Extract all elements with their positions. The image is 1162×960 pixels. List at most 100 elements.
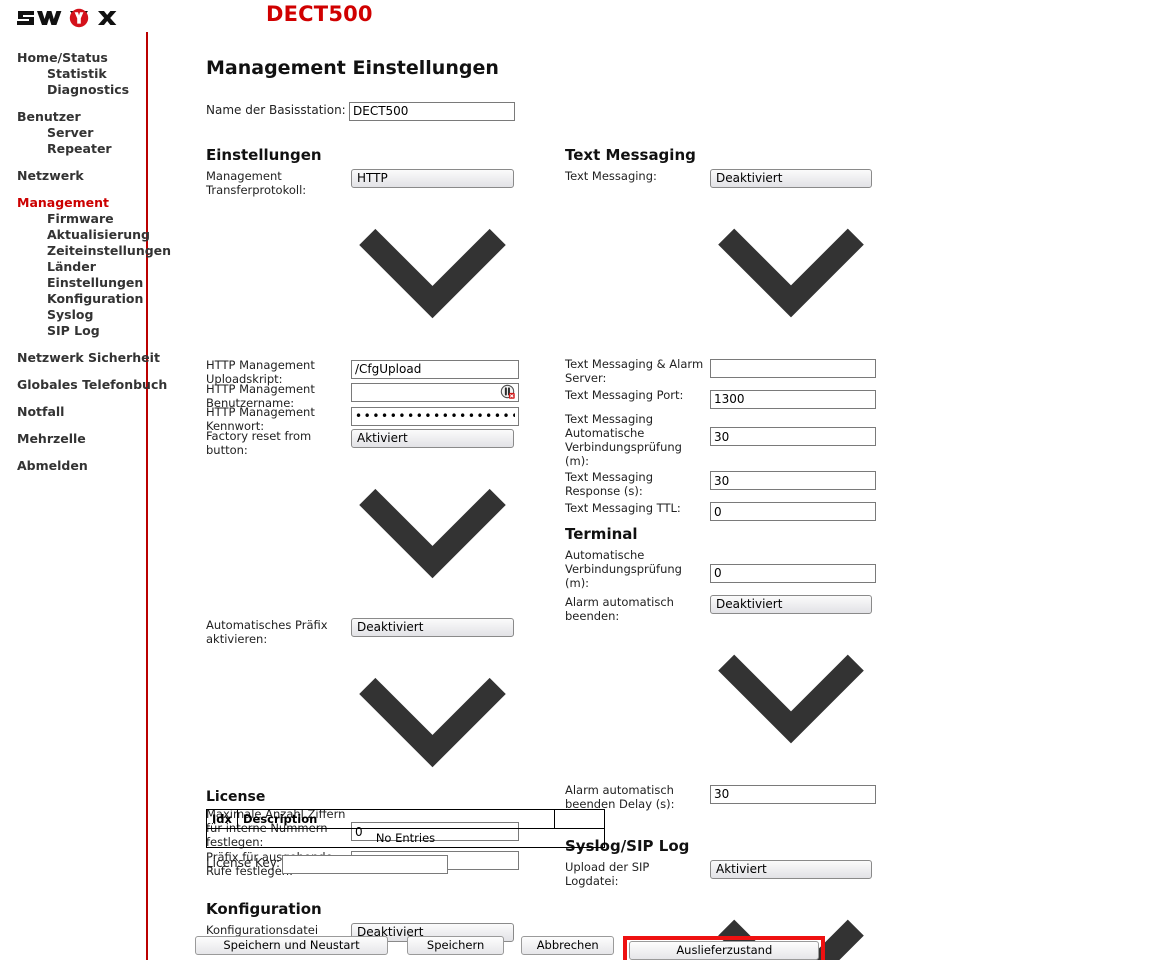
device-model-title: DECT500 — [266, 2, 373, 26]
label-auto-prefix: Automatisches Präfix aktivieren: — [206, 618, 346, 646]
sidebar-item-notfall[interactable]: Notfall — [0, 404, 146, 420]
select-auto-prefix-value[interactable]: Deaktiviert — [351, 618, 514, 637]
sidebar-item-server[interactable]: Server — [0, 125, 146, 141]
input-text-messaging-response[interactable] — [710, 471, 876, 490]
field-text-messaging-port: Text Messaging Port: — [565, 388, 885, 409]
field-text-messaging-alarm-server: Text Messaging & Alarm Server: — [565, 357, 885, 385]
field-text-messaging-keepalive: Text Messaging Automatische Verbindungsp… — [565, 412, 885, 467]
label-factory-reset-button: Factory reset from button: — [206, 429, 346, 457]
basestation-name-label: Name der Basisstation: — [206, 103, 346, 117]
sidebar-item-mehrzelle[interactable]: Mehrzelle — [0, 431, 146, 447]
select-auto-prefix[interactable]: Deaktiviert — [351, 618, 514, 637]
input-http-password[interactable] — [351, 407, 519, 426]
select-management-transfer-protocol[interactable]: HTTP — [351, 169, 514, 188]
select-alarm-auto-end[interactable]: Deaktiviert — [710, 595, 872, 614]
license-table-empty-row: No Entries — [207, 829, 605, 848]
license-col-idx: Idx — [207, 810, 238, 829]
chevron-down-icon — [710, 614, 872, 776]
chevron-down-icon — [351, 188, 514, 351]
license-section: License Idx Description No Entries Licen… — [206, 789, 626, 875]
sidebar-item-repeater[interactable]: Repeater — [0, 141, 146, 157]
license-col-actions — [555, 810, 605, 829]
sidebar-item-firmware[interactable]: Firmware — [0, 211, 146, 227]
field-text-messaging-response: Text Messaging Response (s): — [565, 470, 885, 498]
license-key-field[interactable] — [282, 853, 448, 874]
factory-default-highlight-box: Auslieferzustand — [623, 936, 825, 960]
select-management-transfer-protocol-value[interactable]: HTTP — [351, 169, 514, 188]
chevron-down-icon — [351, 448, 514, 611]
sidebar-item-zeiteinstellungen[interactable]: Zeiteinstellungen — [0, 243, 146, 259]
select-factory-reset-button[interactable]: Aktiviert — [351, 429, 514, 448]
section-heading-text-messaging: Text Messaging — [565, 146, 885, 164]
license-key-row: License Key: — [206, 853, 626, 875]
sidebar-divider — [146, 32, 148, 960]
input-alarm-auto-end-delay[interactable] — [710, 785, 876, 804]
select-text-messaging-enabled-value[interactable]: Deaktiviert — [710, 169, 872, 188]
license-key-label: License Key: — [206, 856, 280, 870]
input-http-upload-script[interactable] — [351, 360, 519, 379]
chevron-down-icon — [351, 637, 514, 800]
page-title: Management Einstellungen — [206, 57, 499, 79]
autofill-icon[interactable] — [500, 384, 515, 399]
license-table: Idx Description No Entries — [206, 809, 605, 848]
section-heading-license: License — [206, 789, 626, 805]
sidebar-item-globales-telefonbuch[interactable]: Globales Telefonbuch — [0, 377, 146, 393]
input-terminal-keepalive[interactable] — [710, 564, 876, 583]
license-empty-text: No Entries — [207, 829, 605, 848]
label-text-messaging-ttl: Text Messaging TTL: — [565, 501, 705, 515]
select-factory-reset-button-value[interactable]: Aktiviert — [351, 429, 514, 448]
select-upload-sip-log[interactable]: Aktiviert — [710, 860, 872, 879]
input-license-key[interactable] — [282, 855, 448, 874]
sidebar-item-diagnostics[interactable]: Diagnostics — [0, 82, 146, 98]
basestation-name-input[interactable] — [349, 102, 515, 121]
label-alarm-auto-end: Alarm automatisch beenden: — [565, 595, 705, 623]
sidebar-item-netzwerk[interactable]: Netzwerk — [0, 168, 146, 184]
sidebar-item-sip-log[interactable]: SIP Log — [0, 323, 146, 339]
field-text-messaging-ttl: Text Messaging TTL: — [565, 501, 885, 522]
label-text-messaging-keepalive: Text Messaging Automatische Verbindungsp… — [565, 412, 705, 468]
sidebar-item-konfiguration[interactable]: Konfiguration — [0, 291, 146, 307]
select-alarm-auto-end-value[interactable]: Deaktiviert — [710, 595, 872, 614]
cancel-button[interactable]: Abbrechen — [521, 936, 614, 955]
input-text-messaging-alarm-server[interactable] — [710, 359, 876, 378]
section-heading-einstellungen: Einstellungen — [206, 146, 526, 164]
select-upload-sip-log-value[interactable]: Aktiviert — [710, 860, 872, 879]
field-terminal-keepalive: Automatische Verbindungsprüfung (m): — [565, 548, 885, 592]
sidebar-item-management[interactable]: Management — [0, 195, 146, 211]
save-and-restart-button[interactable]: Speichern und Neustart — [195, 936, 388, 955]
license-table-header-row: Idx Description — [207, 810, 605, 829]
label-text-messaging-enabled: Text Messaging: — [565, 169, 705, 183]
sidebar-item-syslog[interactable]: Syslog — [0, 307, 146, 323]
field-auto-prefix: Automatisches Präfix aktivieren: Deaktiv… — [206, 618, 526, 804]
sidebar-item-einstellungen[interactable]: Einstellungen — [0, 275, 146, 291]
section-heading-konfiguration: Konfiguration — [206, 900, 526, 918]
sidebar-item-statistik[interactable]: Statistik — [0, 66, 146, 82]
input-text-messaging-port[interactable] — [710, 390, 876, 409]
input-text-messaging-keepalive[interactable] — [710, 427, 876, 446]
http-username-field-wrap — [351, 382, 519, 403]
action-button-bar: Speichern und Neustart Speichern Abbrech… — [195, 936, 825, 956]
sidebar-item-abmelden[interactable]: Abmelden — [0, 458, 146, 474]
input-http-username[interactable] — [351, 383, 519, 402]
sidebar-item-netzwerk-sicherheit[interactable]: Netzwerk Sicherheit — [0, 350, 146, 366]
sidebar-item-benutzer[interactable]: Benutzer — [0, 109, 146, 125]
field-http-upload-script: HTTP Management Uploadskript: — [206, 358, 526, 379]
chevron-down-icon — [710, 188, 872, 350]
sidebar-item-home-status[interactable]: Home/Status — [0, 50, 146, 66]
field-http-username: HTTP Management Benutzername: — [206, 382, 526, 403]
sidebar-item-laender[interactable]: Länder — [0, 259, 146, 275]
label-text-messaging-response: Text Messaging Response (s): — [565, 470, 705, 498]
field-management-transfer-protocol: Management Transferprotokoll: HTTP — [206, 169, 526, 355]
factory-default-button[interactable]: Auslieferzustand — [629, 941, 819, 960]
field-http-password: HTTP Management Kennwort: — [206, 405, 526, 426]
select-text-messaging-enabled[interactable]: Deaktiviert — [710, 169, 872, 188]
input-text-messaging-ttl[interactable] — [710, 502, 876, 521]
field-factory-reset-button: Factory reset from button: Aktiviert — [206, 429, 526, 615]
basestation-name-field[interactable] — [349, 100, 515, 121]
field-text-messaging-enabled: Text Messaging: Deaktiviert — [565, 169, 885, 354]
save-button[interactable]: Speichern — [407, 936, 504, 955]
section-heading-terminal: Terminal — [565, 525, 885, 543]
label-text-messaging-port: Text Messaging Port: — [565, 388, 705, 402]
page-root: DECT500 Home/Status Statistik Diagnostic… — [0, 0, 1162, 960]
sidebar-item-aktualisierung[interactable]: Aktualisierung — [0, 227, 146, 243]
